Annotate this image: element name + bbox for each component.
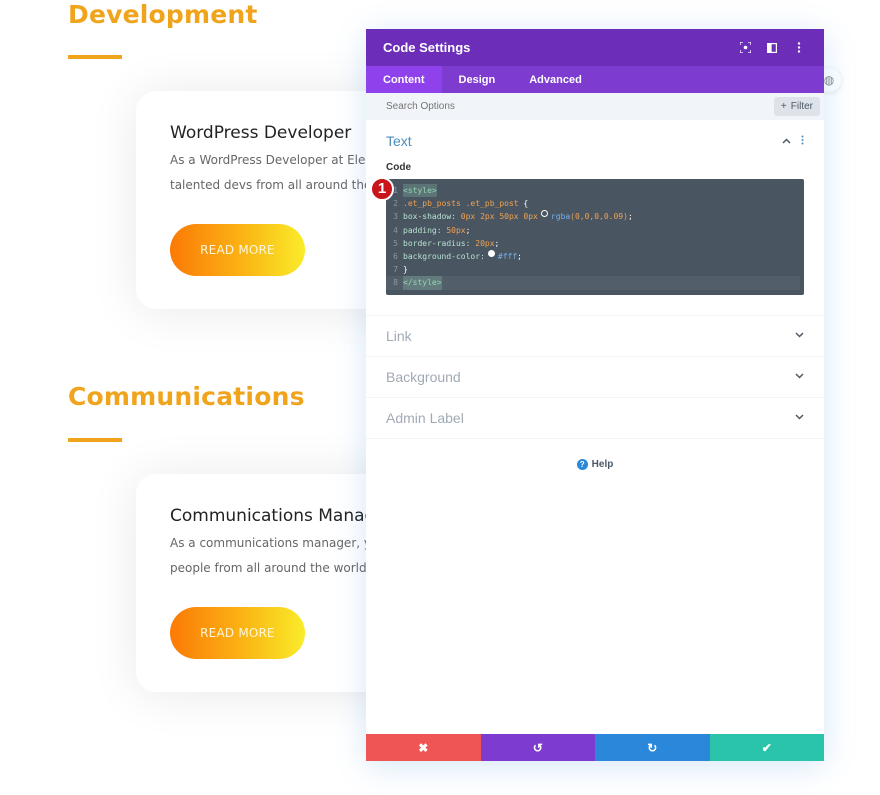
code-line: 6 background-color: #fff; bbox=[393, 250, 522, 262]
chevron-up-icon[interactable] bbox=[782, 136, 791, 147]
code-line: 7} bbox=[393, 265, 408, 275]
code-line: 5 border-radius: 20px; bbox=[393, 238, 500, 248]
more-options-icon[interactable] bbox=[791, 40, 807, 56]
group-title: Text bbox=[386, 133, 412, 149]
modal-footer: ✖ ↺ ↻ ✔ bbox=[366, 734, 824, 761]
code-line: 1 <style> bbox=[386, 184, 800, 198]
modal-title: Code Settings bbox=[383, 40, 471, 55]
code-line: 8 </style> bbox=[386, 276, 800, 290]
help-icon: ? bbox=[576, 458, 588, 470]
redo-icon: ↻ bbox=[647, 740, 658, 755]
read-more-button[interactable]: READ MORE bbox=[170, 607, 305, 659]
search-options-input[interactable] bbox=[386, 101, 774, 112]
heading-divider bbox=[68, 55, 122, 59]
step-badge: 1 bbox=[370, 177, 394, 201]
fullscreen-icon[interactable] bbox=[737, 40, 753, 56]
option-group-text: Text Code 1 1 <style> 2 .et_pb_posts .et_p… bbox=[366, 120, 824, 316]
modal-header[interactable]: Code Settings bbox=[366, 29, 824, 66]
code-line: 2 .et_pb_posts .et_pb_post { bbox=[393, 199, 529, 209]
cancel-button[interactable]: ✖ bbox=[366, 734, 481, 761]
group-title: Link bbox=[386, 327, 412, 344]
option-group-background[interactable]: Background bbox=[366, 357, 824, 398]
color-swatch-icon[interactable] bbox=[487, 250, 495, 258]
section-heading-development: Development bbox=[68, 0, 258, 29]
code-line: 4 padding: 50px; bbox=[393, 225, 471, 235]
color-swatch-icon[interactable] bbox=[540, 210, 548, 218]
group-header[interactable]: Text bbox=[386, 133, 804, 149]
code-field-label: Code bbox=[386, 162, 411, 173]
card-text-line: As a WordPress Developer at Elega bbox=[170, 153, 381, 167]
group-options-icon[interactable] bbox=[801, 134, 804, 148]
code-editor[interactable]: 1 1 <style> 2 .et_pb_posts .et_pb_post { 3… bbox=[370, 177, 804, 295]
page: Development WordPress Developer As a Wor… bbox=[0, 0, 880, 795]
chevron-down-icon bbox=[795, 412, 804, 423]
save-button[interactable]: ✔ bbox=[709, 734, 824, 761]
undo-icon: ↺ bbox=[532, 740, 543, 755]
code-line: 3 box-shadow: 0px 2px 50px 0px rgba (0,0,0,… bbox=[393, 210, 633, 222]
check-icon: ✔ bbox=[761, 740, 772, 755]
split-view-icon[interactable] bbox=[764, 40, 780, 56]
chevron-down-icon bbox=[795, 330, 804, 341]
card-text-line: talented devs from all around the w bbox=[170, 178, 385, 192]
heading-divider bbox=[68, 438, 122, 442]
plus-icon: + bbox=[780, 101, 787, 112]
card-title: WordPress Developer bbox=[170, 123, 352, 143]
undo-button[interactable]: ↺ bbox=[480, 734, 595, 761]
card-text-line: As a communications manager, you bbox=[170, 536, 386, 550]
filter-label: Filter bbox=[790, 101, 813, 112]
close-icon: ✖ bbox=[418, 740, 429, 755]
search-bar: + Filter bbox=[366, 93, 824, 120]
chevron-down-icon bbox=[795, 371, 804, 382]
card-text-line: people from all around the world. W bbox=[170, 561, 387, 575]
tab-advanced[interactable]: Advanced bbox=[512, 66, 599, 93]
redo-button[interactable]: ↻ bbox=[595, 734, 710, 761]
group-title: Admin Label bbox=[386, 409, 464, 426]
group-title: Background bbox=[386, 368, 461, 385]
option-group-link[interactable]: Link bbox=[366, 316, 824, 357]
code-settings-modal: Code Settings Content Design Advanced + … bbox=[366, 29, 824, 761]
help-label: Help bbox=[591, 458, 614, 470]
tab-design[interactable]: Design bbox=[442, 66, 513, 93]
tab-content[interactable]: Content bbox=[366, 66, 442, 93]
help-link[interactable]: ? Help bbox=[366, 458, 824, 470]
settings-tabs: Content Design Advanced bbox=[366, 66, 824, 93]
section-heading-communications: Communications bbox=[68, 382, 305, 411]
card-title: Communications Manag bbox=[170, 506, 376, 526]
filter-button[interactable]: + Filter bbox=[773, 97, 820, 116]
read-more-button[interactable]: READ MORE bbox=[170, 224, 305, 276]
option-group-admin-label[interactable]: Admin Label bbox=[366, 398, 824, 439]
